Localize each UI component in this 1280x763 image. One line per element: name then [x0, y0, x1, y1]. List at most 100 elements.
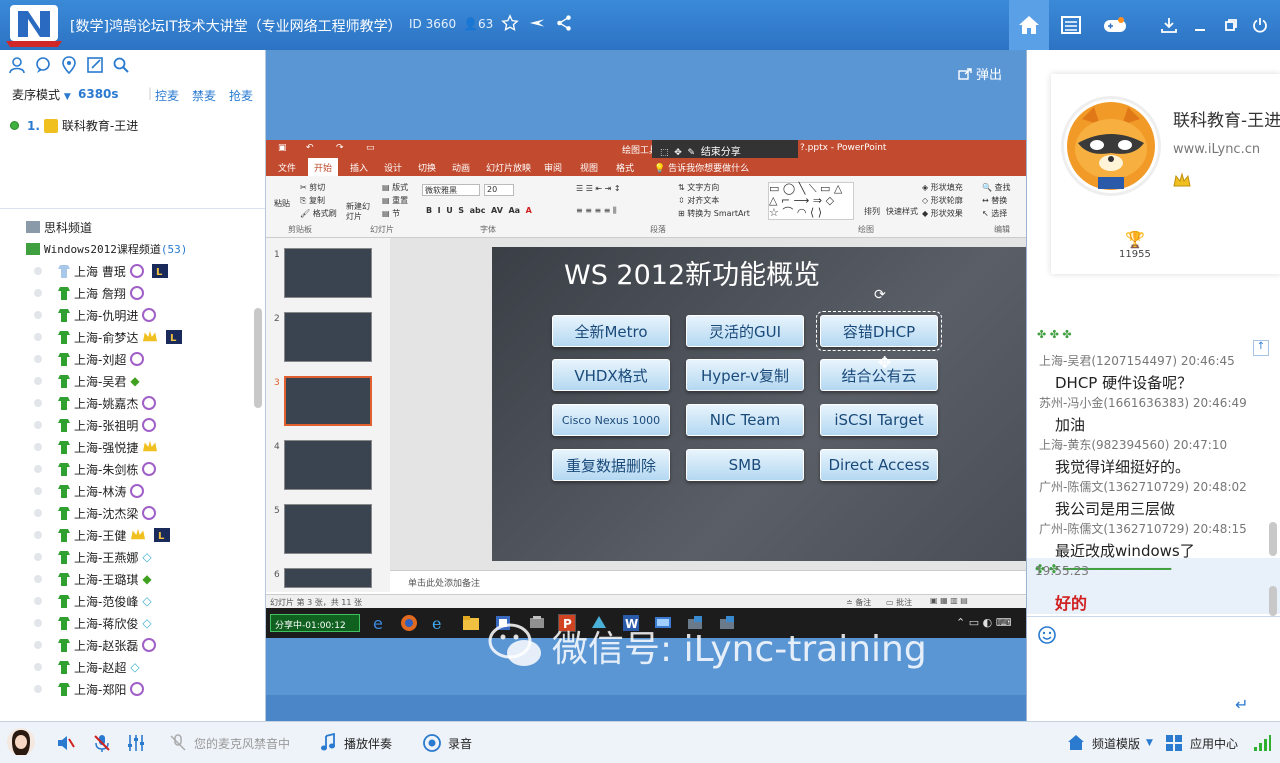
reset-button[interactable]: ▤ 重置	[382, 195, 408, 206]
edge-icon[interactable]: e	[370, 614, 388, 633]
tab-format[interactable]: 格式	[616, 161, 634, 174]
notes-pane[interactable]: 单击此处添加备注	[390, 570, 1026, 594]
channel-windows2012[interactable]: Windows2012课程频道 (53)	[0, 238, 252, 260]
shape-fill-button[interactable]: ◈ 形状填充	[922, 182, 963, 193]
shape-effects-button[interactable]: ◆ 形状效果	[922, 208, 963, 219]
feature-box[interactable]: 容错DHCP	[816, 311, 942, 351]
user-list-item[interactable]: 上海-范俊峰 ◇	[0, 590, 252, 612]
play-music-button[interactable]: 播放伴奏	[318, 733, 392, 753]
record-button[interactable]: 录音	[422, 733, 472, 753]
chat-scrollbar[interactable]	[1269, 522, 1277, 556]
user-icon[interactable]	[8, 56, 28, 76]
favorite-star-icon[interactable]	[501, 14, 521, 34]
user-list-item[interactable]: 上海-王璐琪 ◆	[0, 568, 252, 590]
popout-button[interactable]: 弹出	[958, 64, 1002, 83]
user-list-item[interactable]: 上海-蒋欣俊 ◇	[0, 612, 252, 634]
user-list-item[interactable]: 上海 曹珉 L	[0, 260, 252, 282]
quick-styles-button[interactable]: 快速样式	[886, 206, 918, 217]
paste-button[interactable]: 粘贴	[274, 198, 290, 209]
font-size-select[interactable]: 20	[484, 184, 514, 196]
slide-thumbnail[interactable]	[284, 440, 372, 490]
font-style-buttons[interactable]: B I U S abc AV Aa A	[426, 206, 532, 215]
tab-review[interactable]: 审阅	[544, 161, 562, 174]
user-list-item[interactable]: 上海-王燕娜 ◇	[0, 546, 252, 568]
search-icon[interactable]	[112, 56, 132, 76]
feature-box[interactable]: SMB	[686, 449, 804, 481]
host-avatar[interactable]	[1061, 96, 1161, 196]
channel-cisco[interactable]: 思科频道	[0, 216, 252, 238]
view-buttons[interactable]: ▣ ▦ ▥ ▤	[930, 596, 968, 605]
ban-mic-link[interactable]: 禁麦	[192, 87, 216, 104]
tab-home[interactable]: 开始	[308, 158, 339, 176]
user-list-item[interactable]: 上海-赵张磊	[0, 634, 252, 656]
current-slide[interactable]: WS 2012新功能概览 全新Metro 灵活的GUI 容错DHCP VHDX格式 Hy…	[492, 247, 1026, 561]
user-list-item[interactable]: 上海-沈杰梁	[0, 502, 252, 524]
folder-icon[interactable]	[462, 614, 480, 632]
flower-counter[interactable]: 🏆 11955	[1119, 230, 1151, 260]
speaker-mute-button[interactable]	[55, 733, 75, 753]
slide-thumbnail[interactable]	[284, 248, 372, 298]
tab-file[interactable]: 文件	[278, 161, 296, 174]
share-icon[interactable]	[555, 14, 575, 34]
user-list-item[interactable]: 上海-林涛	[0, 480, 252, 502]
move-icon[interactable]: ✥	[674, 148, 682, 158]
ie-icon[interactable]: e	[430, 614, 448, 633]
control-mic-link[interactable]: 控麦	[155, 87, 179, 104]
select-area-icon[interactable]: ⬚	[660, 148, 669, 158]
tab-insert[interactable]: 插入	[350, 161, 368, 174]
smartart-button[interactable]: ⊞ 转换为 SmartArt	[678, 208, 750, 219]
system-tray-icons[interactable]: ⌃ ▭ ◐ ⌨	[956, 616, 1012, 629]
tab-animations[interactable]: 动画	[452, 161, 470, 174]
audio-settings-button[interactable]	[126, 733, 146, 753]
align-buttons[interactable]: ≡ ≡ ≡ ≡ ⫼	[576, 206, 617, 216]
list-buttons[interactable]: ☰ ☰ ⇤ ⇥ ↕	[576, 184, 621, 193]
new-slide-button[interactable]: 新建幻灯片	[346, 202, 372, 222]
chat-scrollbar-lower[interactable]	[1269, 586, 1277, 616]
slide-thumbnail[interactable]	[284, 312, 372, 362]
image-icon[interactable]	[86, 56, 106, 76]
tell-me-box[interactable]: 💡 告诉我你想要做什么	[654, 161, 749, 174]
slide-thumbnail[interactable]	[284, 376, 372, 426]
firefox-icon[interactable]	[400, 614, 418, 632]
app-center-button[interactable]: 应用中心	[1164, 733, 1238, 753]
slide-thumbnail[interactable]	[284, 504, 372, 554]
feature-box[interactable]: 重复数据删除	[552, 449, 670, 481]
send-icon[interactable]: ↵	[1235, 695, 1248, 714]
user-list-item[interactable]: 上海-姚嘉杰	[0, 392, 252, 414]
find-button[interactable]: 🔍 查找	[982, 182, 1011, 193]
shape-outline-button[interactable]: ◇ 形状轮廓	[922, 195, 963, 206]
feature-box[interactable]: Cisco Nexus 1000	[552, 404, 670, 436]
location-pin-icon[interactable]	[60, 56, 80, 76]
user-list-item[interactable]: 上海-郑阳	[0, 678, 252, 700]
power-button[interactable]	[1240, 0, 1280, 50]
tab-slideshow[interactable]: 幻灯片放映	[486, 161, 531, 174]
comments-toggle[interactable]: ▭ 批注	[886, 597, 912, 608]
game-button[interactable]	[1095, 0, 1135, 50]
shapes-gallery[interactable]: ▭ ◯ ╲ ⟍ ▭ △ △ ⌐ ⟶ ⇒ ◇ ☆ ⌒ ◠ ⟨ ⟩	[768, 182, 854, 220]
user-list-item[interactable]: 上海 詹翔	[0, 282, 252, 304]
cut-button[interactable]: ✂ 剪切	[300, 182, 325, 193]
user-list-item[interactable]: 上海-王健 L	[0, 524, 252, 546]
left-scrollbar[interactable]	[254, 308, 262, 408]
select-button[interactable]: ↖ 选择	[982, 208, 1007, 219]
redo-icon[interactable]: ↷	[336, 143, 344, 153]
pen-icon[interactable]: ✎	[688, 148, 696, 158]
slide-thumbnail[interactable]	[284, 568, 372, 588]
rotate-handle-icon[interactable]: ⟳	[874, 287, 886, 303]
notes-toggle[interactable]: ≐ 备注	[846, 597, 871, 608]
feature-box[interactable]: 灵活的GUI	[686, 315, 804, 347]
user-list-item[interactable]: 上海-吴君 ◆	[0, 370, 252, 392]
list-button[interactable]	[1051, 0, 1091, 50]
home-button[interactable]	[1009, 0, 1049, 50]
grab-mic-link[interactable]: 抢麦	[229, 87, 253, 104]
font-name-select[interactable]: 微软雅黑	[422, 184, 480, 196]
feature-box[interactable]: iSCSI Target	[820, 404, 938, 436]
user-list-item[interactable]: 上海-赵超 ◇	[0, 656, 252, 678]
user-list-item[interactable]: 上海-张祖明	[0, 414, 252, 436]
feature-box[interactable]: NIC Team	[686, 404, 804, 436]
start-show-icon[interactable]: ▭	[366, 143, 375, 153]
user-list-item[interactable]: 上海-强悦捷	[0, 436, 252, 458]
user-list-item[interactable]: 上海-仇明进	[0, 304, 252, 326]
chat-input[interactable]: ↵	[1027, 616, 1280, 721]
undo-icon[interactable]: ↶	[306, 143, 314, 153]
